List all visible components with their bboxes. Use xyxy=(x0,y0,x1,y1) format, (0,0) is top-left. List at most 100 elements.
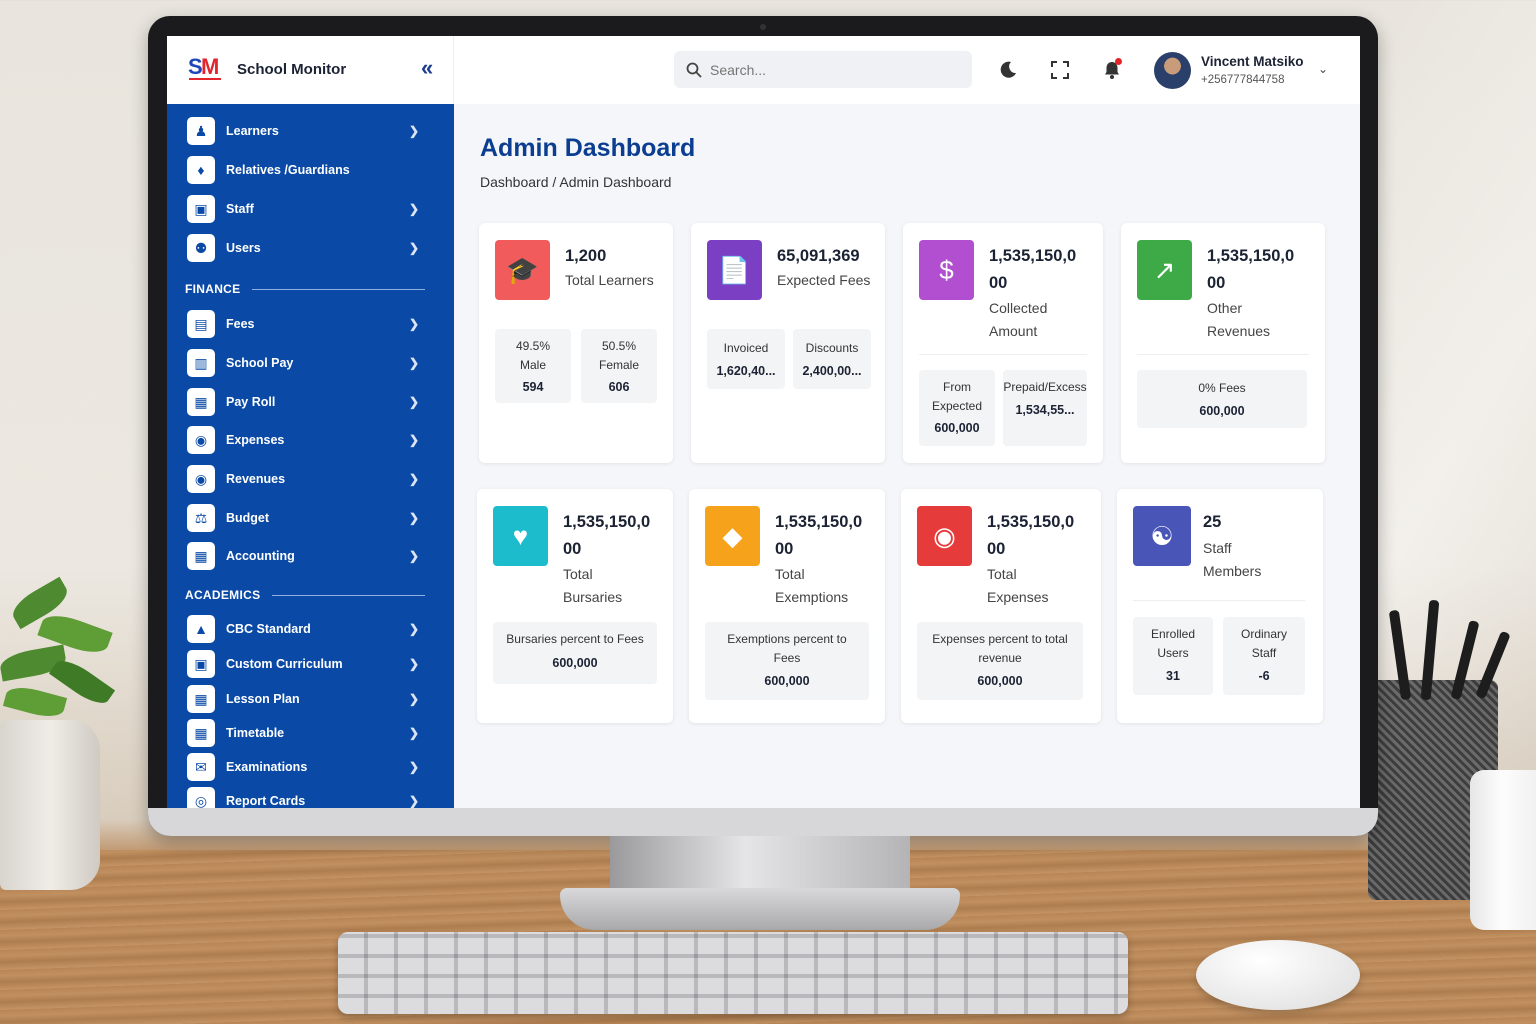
sidebar: S M School Monitor « ♟ Learners ❯ ♦ Relative… xyxy=(167,36,454,808)
card-value-line1: 1,535,150,0 xyxy=(563,513,651,531)
sidebar-item-label: Accounting xyxy=(226,549,295,563)
card-label-line2: Exemptions xyxy=(775,589,849,605)
card-value-line1: 1,535,150,0 xyxy=(1207,247,1295,265)
chevron-right-icon: ❯ xyxy=(408,124,419,138)
card-collected-amount[interactable]: $ 1,535,150,0 00 Collected Amount From E… xyxy=(903,223,1103,463)
enrolled-value: 31 xyxy=(1166,669,1180,683)
notification-bell-icon[interactable] xyxy=(1100,58,1124,82)
divider xyxy=(919,354,1087,355)
sidebar-item-learners[interactable]: ♟ Learners ❯ xyxy=(187,116,423,146)
user-avatar[interactable] xyxy=(1154,52,1191,89)
fullscreen-icon[interactable] xyxy=(1048,58,1072,82)
sidebar-item-users[interactable]: ⚉ Users ❯ xyxy=(187,233,423,263)
card-other-revenues[interactable]: ↗ 1,535,150,0 00 Other Revenues 0% Fees … xyxy=(1121,223,1325,463)
staff-gear-icon: ☯ xyxy=(1133,506,1191,566)
dark-mode-icon[interactable] xyxy=(996,58,1020,82)
invoiced-stat: Invoiced 1,620,40... xyxy=(707,329,785,389)
invoiced-value: 1,620,40... xyxy=(716,364,776,378)
card-value-line2: 00 xyxy=(989,274,1008,292)
card-label-line1: Total xyxy=(563,566,593,582)
fees-percent-stat: 0% Fees 600,000 xyxy=(1137,370,1307,428)
sidebar-item-lesson-plan[interactable]: ▦ Lesson Plan ❯ xyxy=(187,684,423,714)
card-value-line2: 00 xyxy=(563,540,582,558)
card-value: 1,535,150,0 00 xyxy=(775,509,895,563)
wallet-icon: ▥ xyxy=(187,349,215,377)
ordinary-label-1: Ordinary xyxy=(1240,627,1287,641)
from-value: 600,000 xyxy=(934,421,980,435)
sidebar-item-revenues[interactable]: ◉ Revenues ❯ xyxy=(187,464,423,494)
sidebar-item-accounting[interactable]: ▦ Accounting ❯ xyxy=(187,541,423,571)
prepaid-value: 1,534,55... xyxy=(1015,403,1075,417)
card-total-expenses[interactable]: ◉ 1,535,150,0 00 Total Expenses Expenses… xyxy=(901,489,1101,723)
enrolled-label-1: Enrolled xyxy=(1150,627,1196,641)
sidebar-item-examinations[interactable]: ✉ Examinations ❯ xyxy=(187,752,423,782)
card-label: Staff Members xyxy=(1203,537,1261,583)
chevron-right-icon: ❯ xyxy=(408,317,419,331)
graduate-icon: 🎓 xyxy=(495,240,550,300)
calculator-icon: ▦ xyxy=(187,542,215,570)
search-input[interactable] xyxy=(710,61,950,78)
trend-chart-icon: ↗ xyxy=(1137,240,1192,300)
monitor-base xyxy=(560,888,960,930)
sidebar-item-timetable[interactable]: ▦ Timetable ❯ xyxy=(187,718,423,748)
sidebar-item-label: Learners xyxy=(226,124,279,138)
card-label: Total Learners xyxy=(565,272,654,288)
sidebar-item-report-cards[interactable]: ◎ Report Cards ❯ xyxy=(187,786,423,808)
divider xyxy=(1137,354,1309,355)
sidebar-item-staff[interactable]: ▣ Staff ❯ xyxy=(187,194,423,224)
sidebar-item-expenses[interactable]: ◉ Expenses ❯ xyxy=(187,425,423,455)
chevron-down-icon[interactable]: ⌄ xyxy=(1318,62,1328,76)
sidebar-item-label: Expenses xyxy=(226,433,285,447)
fees-percent-value: 600,000 xyxy=(1199,404,1245,418)
sidebar-item-fees[interactable]: ▤ Fees ❯ xyxy=(187,309,423,339)
card-value: 65,091,369 xyxy=(777,247,860,265)
card-label: Other Revenues xyxy=(1207,297,1270,343)
from-label-1: From xyxy=(943,380,971,394)
sidebar-item-label: CBC Standard xyxy=(226,622,311,636)
card-label: Total Expenses xyxy=(987,563,1048,609)
collapse-sidebar-icon[interactable]: « xyxy=(421,57,433,79)
bursaries-percent-stat: Bursaries percent to Fees 600,000 xyxy=(493,622,657,684)
sidebar-item-cbc-standard[interactable]: ▲ CBC Standard ❯ xyxy=(187,614,423,644)
card-total-exemptions[interactable]: ◆ 1,535,150,0 00 Total Exemptions Exempt… xyxy=(689,489,885,723)
hand-dollar-icon: $ xyxy=(919,240,974,300)
card-label-line2: Expenses xyxy=(987,589,1049,605)
card-value-line2: 00 xyxy=(775,540,794,558)
card-label-line1: Collected xyxy=(989,300,1048,316)
chevron-right-icon: ❯ xyxy=(408,395,419,409)
sidebar-item-relatives-guardians[interactable]: ♦ Relatives /Guardians xyxy=(187,155,423,185)
report-icon: ◎ xyxy=(187,787,215,808)
topbar: Vincent Matsiko +256777844758 ⌄ xyxy=(454,36,1360,104)
search-box[interactable] xyxy=(674,51,972,88)
user-phone: +256777844758 xyxy=(1201,74,1285,86)
card-label-line2: Members xyxy=(1203,563,1262,579)
card-label-line1: Staff xyxy=(1203,540,1232,556)
card-total-bursaries[interactable]: ♥ 1,535,150,0 00 Total Bursaries Bursari… xyxy=(477,489,673,723)
calendar-icon: ▦ xyxy=(187,685,215,713)
app-name: School Monitor xyxy=(237,61,347,78)
sidebar-item-school-pay[interactable]: ▥ School Pay ❯ xyxy=(187,348,423,378)
expenses-percent-stat: Expenses percent to total revenue 600,00… xyxy=(917,622,1083,700)
sidebar-item-label: Report Cards xyxy=(226,794,306,808)
card-staff-members[interactable]: ☯ 25 Staff Members Enrolled Users 31 Ord… xyxy=(1117,489,1323,723)
from-label-2: Expected xyxy=(931,399,983,413)
heart-hand-icon: ♥ xyxy=(493,506,548,566)
monitor-stand xyxy=(610,836,910,896)
graduate-icon: ♟ xyxy=(187,117,215,145)
sidebar-item-budget[interactable]: ⚖ Budget ❯ xyxy=(187,503,423,533)
sidebar-item-label: Lesson Plan xyxy=(226,692,300,706)
sidebar-item-custom-curriculum[interactable]: ▣ Custom Curriculum ❯ xyxy=(187,649,423,679)
card-value-line2: 00 xyxy=(1207,274,1226,292)
user-name[interactable]: Vincent Matsiko xyxy=(1201,54,1304,69)
ordinary-staff-stat: Ordinary Staff -6 xyxy=(1223,617,1305,695)
fees-percent-label: 0% Fees xyxy=(1198,381,1246,395)
section-finance: FINANCE xyxy=(185,282,425,296)
family-icon: ♦ xyxy=(187,156,215,184)
card-total-learners[interactable]: 🎓 1,200 Total Learners 49.5% Male 594 50… xyxy=(479,223,673,463)
male-value: 594 xyxy=(522,380,544,394)
card-expected-fees[interactable]: 📄 65,091,369 Expected Fees Invoiced 1,62… xyxy=(691,223,885,463)
sidebar-item-pay-roll[interactable]: ▦ Pay Roll ❯ xyxy=(187,387,423,417)
card-value: 1,535,150,0 00 xyxy=(987,509,1107,563)
school-monitor-logo[interactable]: S M xyxy=(187,52,225,84)
breadcrumb[interactable]: Dashboard / Admin Dashboard xyxy=(480,174,671,190)
